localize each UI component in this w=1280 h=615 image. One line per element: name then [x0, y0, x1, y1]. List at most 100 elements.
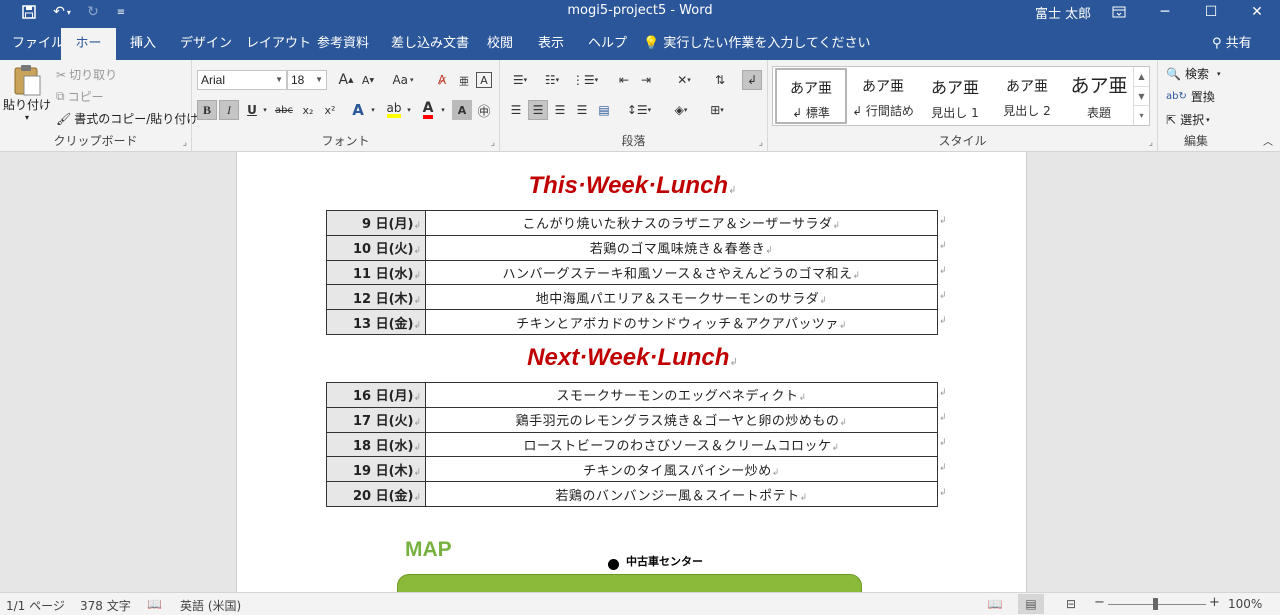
character-border-icon[interactable]: A	[476, 72, 492, 88]
copy-button[interactable]: ⧉ コピー	[56, 88, 104, 105]
style-title[interactable]: あア亜 表題	[1063, 68, 1135, 124]
ribbon-display-options-icon[interactable]	[1096, 0, 1142, 24]
collapse-ribbon-icon[interactable]: ︿	[1258, 130, 1278, 150]
style-heading-1[interactable]: あア亜 見出し 1	[919, 68, 991, 124]
find-button[interactable]: 🔍 検索 ▾	[1166, 65, 1220, 82]
font-color-icon[interactable]: A	[418, 100, 438, 120]
strikethrough-button[interactable]: abc	[274, 100, 294, 120]
phonetic-guide-icon[interactable]: 亜	[454, 70, 474, 90]
language[interactable]: 英語 (米国)	[180, 597, 241, 614]
day-cell[interactable]: 9 日(月)↲	[326, 210, 426, 236]
zoom-slider-thumb[interactable]	[1153, 598, 1158, 610]
sort-icon[interactable]: ⇅	[710, 70, 730, 90]
print-layout-icon[interactable]: ▤	[1018, 594, 1044, 614]
map-marker-icon[interactable]	[608, 559, 619, 570]
show-formatting-marks-icon[interactable]: ↲	[742, 70, 762, 90]
tab-view[interactable]: 表示	[528, 28, 574, 60]
chevron-up-icon[interactable]: ▲	[1134, 67, 1149, 86]
tab-home[interactable]: ホーム	[61, 28, 116, 83]
meal-cell[interactable]: こんがり焼いた秋ナスのラザニア＆シーザーサラダ↲	[425, 210, 938, 236]
clipboard-launcher-icon[interactable]: ⌟	[183, 138, 187, 148]
shrink-font-button[interactable]: A ▼	[358, 70, 378, 90]
tab-mailings[interactable]: 差し込み文書	[381, 28, 479, 60]
superscript-button[interactable]: x²	[320, 100, 340, 120]
tab-help[interactable]: ヘルプ	[578, 28, 637, 60]
tab-review[interactable]: 校閲	[477, 28, 523, 60]
minimize-icon[interactable]: ─	[1142, 0, 1188, 24]
meal-cell[interactable]: チキンのタイ風スパイシー炒め↲	[425, 456, 938, 483]
tab-insert[interactable]: 挿入	[120, 28, 166, 60]
text-effects-dropdown-icon[interactable]: ▾	[368, 100, 378, 120]
font-color-dropdown-icon[interactable]: ▾	[438, 100, 448, 120]
multilevel-list-icon[interactable]: ⋮☰ ▾	[570, 70, 600, 90]
bold-button[interactable]: B	[197, 100, 217, 120]
day-cell[interactable]: 17 日(火)↲	[326, 406, 426, 433]
day-cell[interactable]: 10 日(火)↲	[326, 234, 426, 261]
zoom-out-button[interactable]: −	[1094, 595, 1105, 610]
replace-button[interactable]: ab↻ 置換	[1166, 88, 1215, 105]
enclose-characters-icon[interactable]: ㊥	[474, 100, 494, 120]
decrease-indent-icon[interactable]: ⇤	[614, 70, 634, 90]
clear-formatting-icon[interactable]: A̷	[432, 70, 452, 90]
paragraph-launcher-icon[interactable]: ⌟	[759, 138, 763, 148]
meal-cell[interactable]: ハンバーグステーキ和風ソース＆さやえんどうのゴマ和え↲	[425, 259, 938, 286]
word-count[interactable]: 378 文字	[80, 597, 131, 614]
day-cell[interactable]: 11 日(水)↲	[326, 259, 426, 286]
highlight-dropdown-icon[interactable]: ▾	[404, 100, 414, 120]
grow-font-button[interactable]: A ▲	[336, 70, 356, 90]
style-normal[interactable]: あア亜 ↲ 標準	[775, 68, 847, 124]
text-effects-icon[interactable]: A	[348, 100, 368, 120]
map-title[interactable]: MAP	[405, 538, 452, 562]
tell-me-box[interactable]: 💡 実行したい作業を入力してください	[643, 28, 871, 60]
increase-indent-icon[interactable]: ⇥	[636, 70, 656, 90]
asian-layout-icon[interactable]: ✕ ▾	[670, 70, 698, 90]
tab-references[interactable]: 参考資料	[307, 28, 379, 60]
read-mode-icon[interactable]: 📖	[982, 594, 1008, 614]
numbering-icon[interactable]: ☷ ▾	[538, 70, 566, 90]
proofing-icon[interactable]: 📖	[147, 597, 162, 611]
align-left-icon[interactable]: ☰	[506, 100, 526, 120]
meal-cell[interactable]: 若鶏のバンバンジー風＆スイートポテト↲	[425, 481, 938, 507]
meal-cell[interactable]: 鶏手羽元のレモングラス焼き＆ゴーヤと卵の炒めもの↲	[425, 406, 938, 433]
select-button[interactable]: ⇱ 選択 ▾	[1166, 111, 1210, 128]
meal-cell[interactable]: スモークサーモンのエッグベネディクト↲	[425, 382, 938, 408]
underline-dropdown-icon[interactable]: ▾	[260, 100, 270, 120]
close-icon[interactable]: ✕	[1234, 0, 1280, 24]
day-cell[interactable]: 20 日(金)↲	[326, 481, 426, 507]
share-button[interactable]: ⚲ 共有	[1212, 28, 1252, 60]
chevron-down-icon[interactable]: ▼	[1134, 86, 1149, 105]
user-name[interactable]: 富士 太郎	[1035, 3, 1091, 22]
italic-button[interactable]: I	[219, 100, 239, 120]
meal-cell[interactable]: チキンとアボカドのサンドウィッチ＆アクアパッツァ↲	[425, 309, 938, 335]
cut-button[interactable]: ✂ 切り取り	[56, 66, 117, 83]
bullets-icon[interactable]: ☰ ▾	[506, 70, 534, 90]
day-cell[interactable]: 12 日(木)↲	[326, 284, 426, 311]
web-layout-icon[interactable]: ⊟	[1058, 594, 1084, 614]
zoom-in-button[interactable]: +	[1209, 595, 1220, 610]
align-right-icon[interactable]: ☰	[550, 100, 570, 120]
day-cell[interactable]: 18 日(水)↲	[326, 431, 426, 458]
day-cell[interactable]: 19 日(木)↲	[326, 456, 426, 483]
maximize-icon[interactable]: ☐	[1188, 0, 1234, 24]
document-page[interactable]: This·Week·Lunch↲ 9 日(月)↲ こんがり焼いた秋ナスのラザニア＆…	[236, 152, 1027, 592]
shading-icon[interactable]: ◈ ▾	[666, 100, 696, 120]
styles-launcher-icon[interactable]: ⌟	[1149, 138, 1153, 148]
map-location-label[interactable]: 中古車センター	[626, 553, 703, 569]
more-styles-icon[interactable]: ▾	[1134, 105, 1149, 124]
day-cell[interactable]: 16 日(月)↲	[326, 382, 426, 408]
underline-button[interactable]: U	[242, 100, 262, 120]
tab-design[interactable]: デザイン	[170, 28, 242, 60]
meal-cell[interactable]: ローストビーフのわさびソース＆クリームコロッケ↲	[425, 431, 938, 458]
align-center-icon[interactable]: ☰	[528, 100, 548, 120]
styles-scroll[interactable]: ▲ ▼ ▾	[1133, 67, 1149, 125]
font-launcher-icon[interactable]: ⌟	[491, 138, 495, 148]
borders-icon[interactable]: ⊞ ▾	[702, 100, 732, 120]
paste-button[interactable]: 貼り付け ▾	[3, 64, 51, 122]
page-count[interactable]: 1/1 ページ	[6, 597, 65, 614]
highlight-color-icon[interactable]: ab	[384, 100, 404, 120]
day-cell[interactable]: 13 日(金)↲	[326, 309, 426, 335]
format-painter-button[interactable]: 🖌 書式のコピー/貼り付け	[56, 110, 198, 127]
subscript-button[interactable]: x₂	[298, 100, 318, 120]
map-road-shape[interactable]	[397, 574, 862, 592]
zoom-level[interactable]: 100%	[1228, 597, 1262, 611]
